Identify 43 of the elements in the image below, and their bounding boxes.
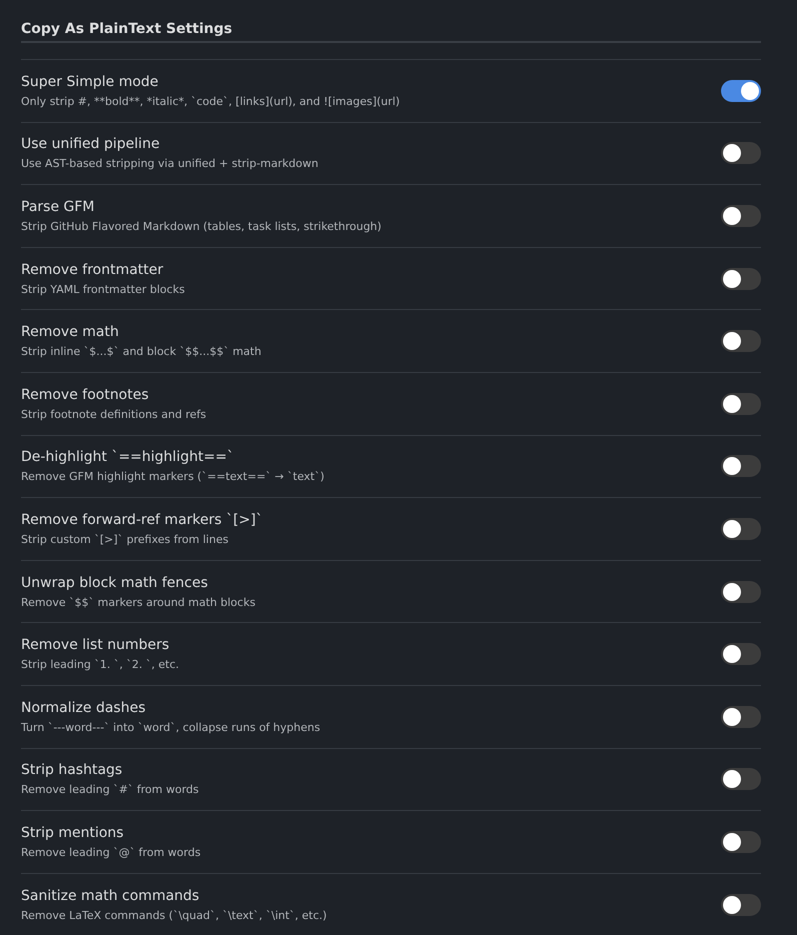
- setting-name: De-highlight `==highlight==`: [21, 448, 235, 466]
- toggle-switch[interactable]: [721, 830, 761, 853]
- setting-description: Strip custom `[>]` prefixes from lines: [21, 532, 230, 547]
- setting-description: Use AST-based stripping via unified + strip-markdown: [21, 157, 318, 172]
- setting-description: Remove GFM highlight markers (`==text==` → `text`): [21, 470, 324, 484]
- setting-name: Remove footnotes: [21, 386, 150, 404]
- setting-description: Strip inline `$...$` and block `$$...$$` math: [21, 345, 262, 360]
- toggle-switch[interactable]: [721, 706, 761, 728]
- toggle-switch[interactable]: [721, 455, 761, 478]
- setting-description: Remove leading `#` from words: [21, 783, 199, 798]
- setting-name: Use unified pipeline: [21, 135, 161, 154]
- toggle-switch[interactable]: [721, 392, 761, 415]
- setting-name: Normalize dashes: [21, 698, 146, 717]
- toggle-switch[interactable]: [721, 268, 761, 290]
- setting-description: Remove LaTeX commands (`\quad`, `\text`, `\int`, etc.): [21, 908, 327, 923]
- setting-name: Remove frontmatter: [21, 260, 164, 279]
- setting-name: Remove list numbers: [21, 636, 170, 654]
- setting-description: Remove leading `@` from words: [21, 846, 201, 860]
- setting-name: Unwrap block math fences: [21, 574, 209, 592]
- toggle-switch[interactable]: [721, 204, 761, 227]
- toggle-switch[interactable]: [721, 643, 761, 666]
- toggle-switch[interactable]: [721, 80, 761, 102]
- setting-name: Super Simple mode: [21, 72, 160, 91]
- setting-name: Remove math: [21, 323, 120, 342]
- toggle-switch[interactable]: [721, 768, 761, 790]
- setting-description: Strip GitHub Flavored Markdown (tables, task lists, strikethrough): [21, 220, 382, 234]
- toggle-switch[interactable]: [721, 330, 761, 352]
- settings-title: Copy As PlainText Settings: [21, 20, 234, 38]
- setting-description: Only strip #, **bold**, *italic*, `code`, [links](url), and ![images](url): [21, 94, 400, 109]
- toggle-switch[interactable]: [721, 894, 761, 916]
- setting-name: Strip hashtags: [21, 761, 124, 780]
- setting-description: Strip leading `1. `, `2. `, etc.: [21, 658, 180, 672]
- setting-description: Strip footnote definitions and refs: [21, 408, 206, 422]
- toggle-switch[interactable]: [721, 142, 761, 164]
- setting-name: Sanitize math commands: [21, 886, 200, 905]
- toggle-switch[interactable]: [721, 518, 761, 540]
- setting-description: Remove `$$` markers around math blocks: [21, 596, 256, 610]
- setting-name: Strip mentions: [21, 824, 125, 842]
- setting-name: Parse GFM: [21, 198, 96, 216]
- setting-description: Turn `---word---` into `word`, collapse runs of hyphens: [21, 720, 320, 735]
- setting-name: Remove forward-ref markers `[>]`: [21, 510, 263, 529]
- setting-description: Strip YAML frontmatter blocks: [21, 282, 185, 297]
- toggle-switch[interactable]: [721, 580, 761, 603]
